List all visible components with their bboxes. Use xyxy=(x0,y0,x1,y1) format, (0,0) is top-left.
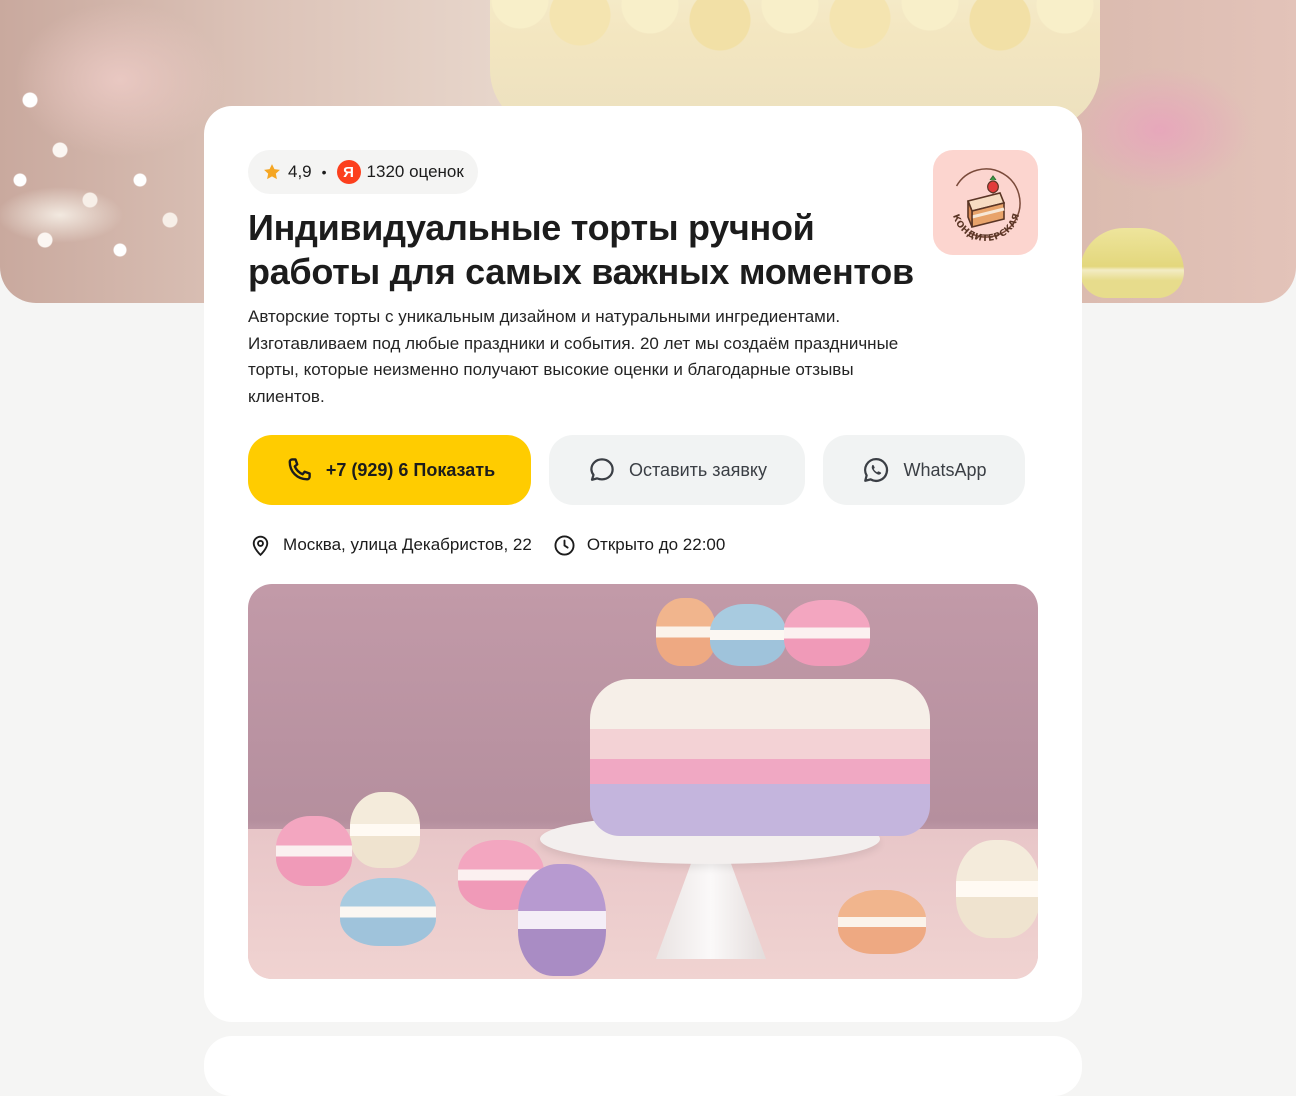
call-button-label: +7 (929) 6 Показать xyxy=(325,459,496,480)
phone-icon xyxy=(288,458,311,481)
macaron xyxy=(276,816,352,886)
macaron xyxy=(656,598,716,666)
leave-request-label: Оставить заявку xyxy=(629,459,767,480)
whatsapp-button[interactable]: WhatsApp xyxy=(823,435,1025,505)
bakery-info-card: 4,9 • Я 1320 оценок КОНДИТЕРСКАЯ Индивид… xyxy=(204,106,1082,1022)
macaron xyxy=(350,792,420,868)
whatsapp-icon xyxy=(864,457,889,482)
contact-info-row: Москва, улица Декабристов, 22 Открыто до… xyxy=(248,531,725,559)
macaron xyxy=(956,840,1038,938)
cake-layer xyxy=(590,784,930,836)
macaron xyxy=(784,600,870,666)
star-icon xyxy=(264,164,280,180)
location-pin-icon xyxy=(252,535,269,556)
address-text: Москва, улица Декабристов, 22 xyxy=(283,535,532,554)
macaron xyxy=(518,864,606,976)
cake-layer xyxy=(590,679,930,729)
title-line-1: Индивидуальные торты ручной xyxy=(248,207,815,248)
leave-request-button[interactable]: Оставить заявку xyxy=(549,435,805,505)
address-info[interactable]: Москва, улица Декабристов, 22 xyxy=(248,533,532,558)
rating-badge[interactable]: 4,9 • Я 1320 оценок xyxy=(248,150,478,194)
hours-info[interactable]: Открыто до 22:00 xyxy=(552,533,726,558)
cake-layer xyxy=(590,759,930,784)
clock-icon xyxy=(554,535,575,555)
yandex-icon: Я xyxy=(336,160,361,184)
cake-slice-icon: КОНДИТЕРСКАЯ xyxy=(950,167,1021,244)
macaron xyxy=(340,878,436,946)
macaron xyxy=(838,890,926,954)
page-title: Индивидуальные торты ручной работы для с… xyxy=(248,206,928,294)
cake-layer xyxy=(590,729,930,759)
macaron xyxy=(710,604,786,666)
call-button[interactable]: +7 (929) 6 Показать xyxy=(248,435,531,505)
next-section-card xyxy=(204,1036,1082,1096)
hero-macaron xyxy=(1080,228,1184,298)
hours-text: Открыто до 22:00 xyxy=(586,535,726,554)
hero-flowers xyxy=(0,60,210,303)
rating-reviews-count: 1320 оценок xyxy=(366,162,464,181)
rating-separator: • xyxy=(321,164,327,180)
whatsapp-label: WhatsApp xyxy=(903,459,987,480)
chat-bubble-icon xyxy=(590,458,614,481)
cake-photo xyxy=(248,584,1038,979)
title-line-2: работы для самых важных моментов xyxy=(248,251,914,292)
rating-score: 4,9 xyxy=(288,162,312,181)
bakery-logo: КОНДИТЕРСКАЯ xyxy=(933,150,1038,255)
bakery-description: Авторские торты с уникальным дизайном и … xyxy=(248,307,899,406)
